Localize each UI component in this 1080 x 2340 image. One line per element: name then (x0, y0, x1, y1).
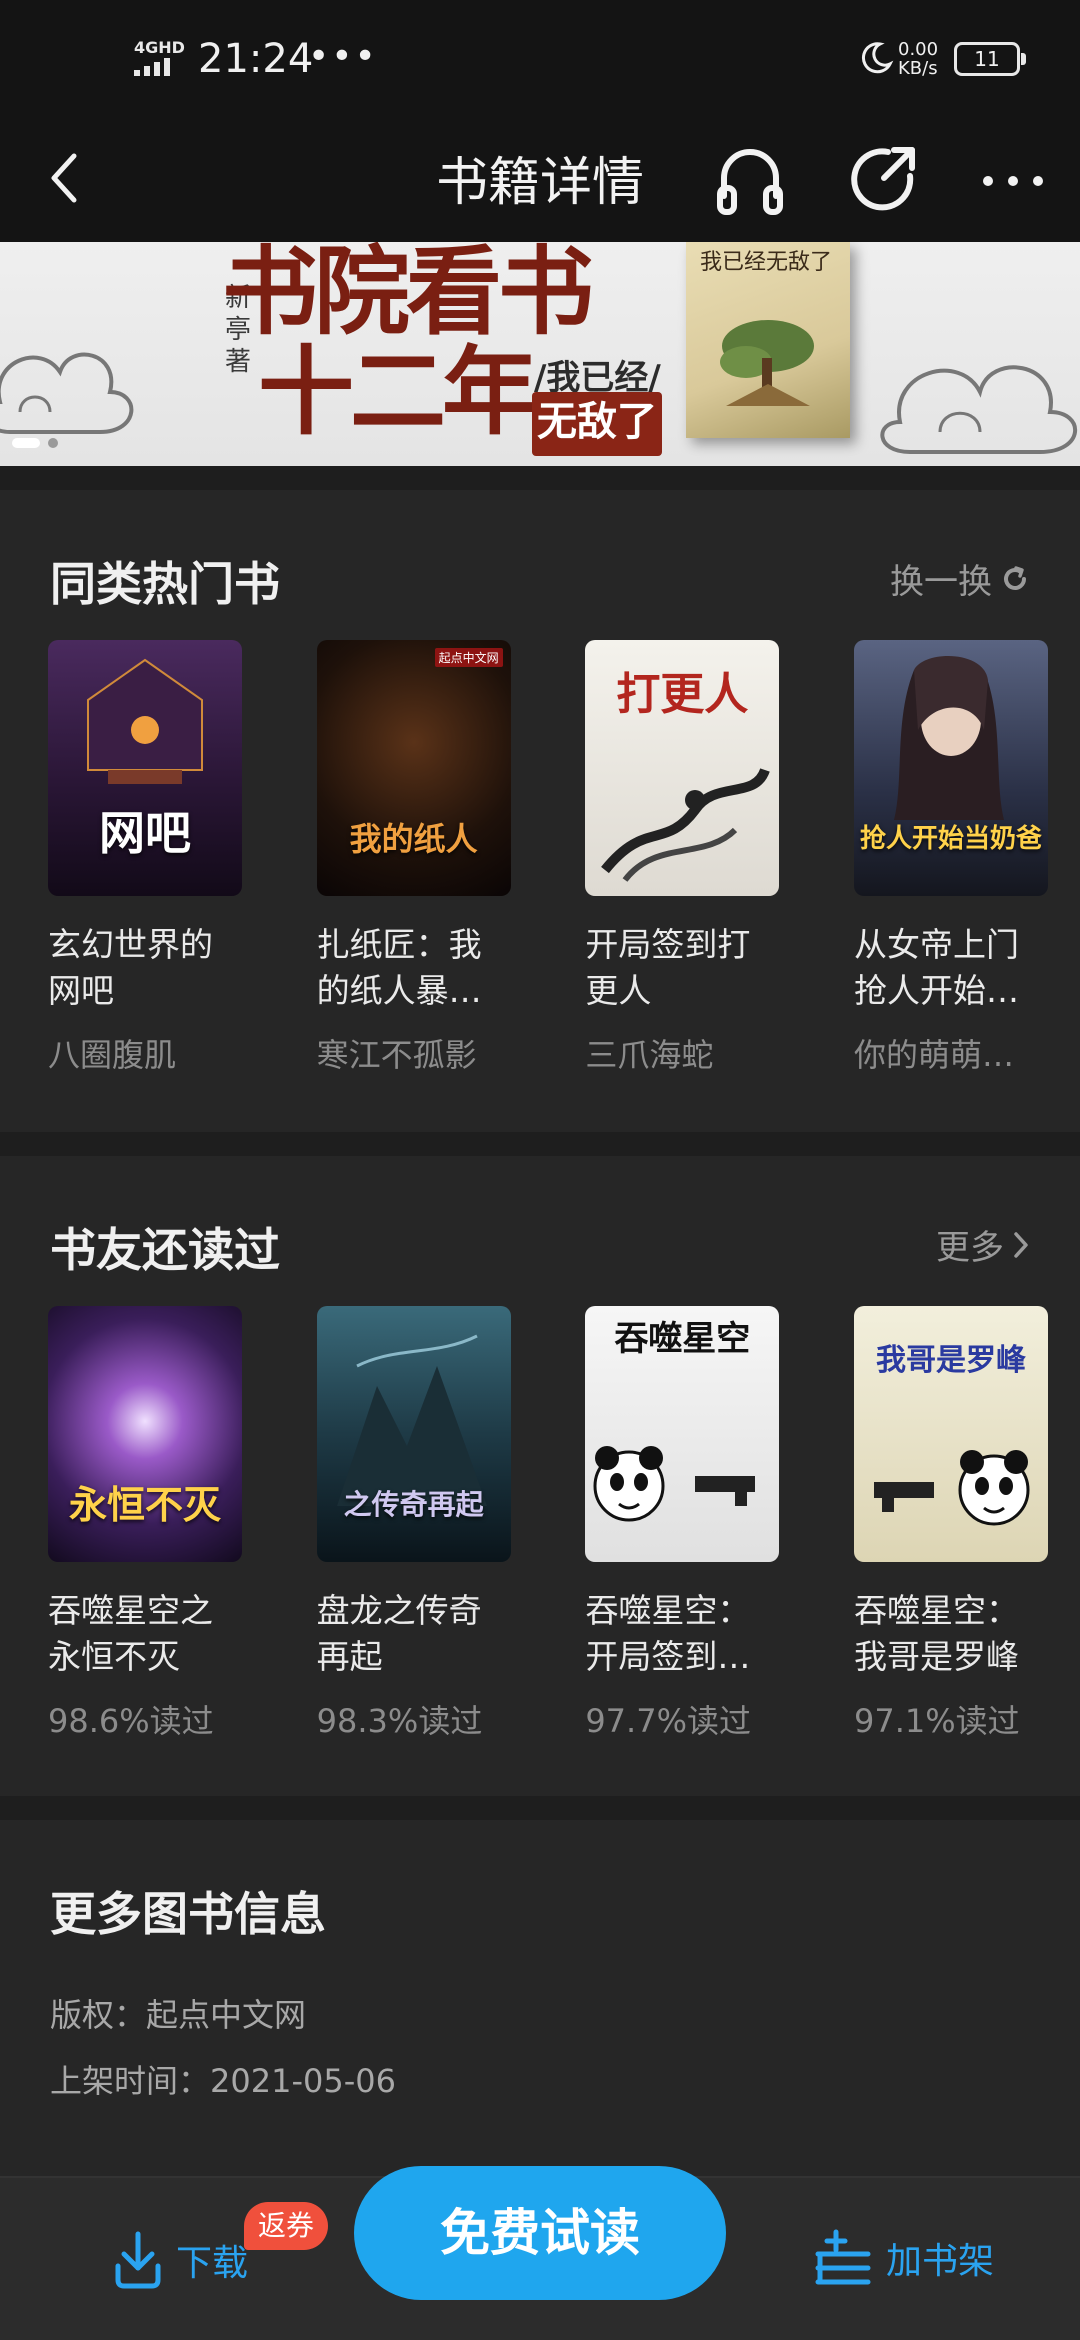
banner-dot-2[interactable] (48, 438, 58, 448)
read-rate: 98.6%读过 (48, 1702, 214, 1740)
book-item[interactable]: 吞噬星空 吞噬星空：开局签到… 97.7%读过 (585, 1306, 780, 1742)
network-indicator: 4GHD (134, 38, 185, 57)
book-cover[interactable]: 永恒不灭 (48, 1306, 242, 1562)
divider (0, 1132, 1080, 1156)
signal-icon (134, 58, 170, 76)
divider (0, 1796, 1080, 1820)
bookshelf-add-icon (815, 2229, 871, 2285)
readers-books-list: 永恒不灭 吞噬星空之永恒不灭 98.6%读过 之传奇再起 盘龙之传奇再起 98.… (48, 1306, 1048, 1742)
section-title: 书友还读过 (50, 1223, 280, 1277)
notification-dots: ••• (308, 36, 378, 77)
download-icon (115, 2231, 161, 2289)
book-title: 吞噬星空：开局签到… (585, 1591, 751, 1676)
book-author: 三爪海蛇 (585, 1036, 714, 1074)
banner-title-line1: 书院看书 (222, 242, 594, 348)
panda-meme-art (873, 1450, 1030, 1526)
book-item[interactable]: 打更人 开局签到打更人 三爪海蛇 (585, 640, 780, 1076)
cover-title: 我的纸人 (349, 820, 478, 858)
more-button[interactable]: 更多 (936, 1220, 1030, 1269)
cover-title: 网吧 (99, 806, 191, 860)
clock: 21:24 (198, 36, 314, 82)
book-title: 吞噬星空：我哥是罗峰 (853, 1591, 1019, 1676)
read-rate: 98.3%读过 (316, 1702, 483, 1740)
publisher-badge: 起点中文网 (434, 648, 503, 667)
coupon-badge: 返券 (244, 2202, 329, 2250)
cover-title: 吞噬星空 (614, 1319, 751, 1359)
book-title: 吞噬星空之永恒不灭 (48, 1591, 213, 1676)
back-icon[interactable] (44, 146, 84, 210)
add-to-shelf-button[interactable]: 加书架 (812, 2228, 994, 2288)
similar-books-section: 同类热门书 换一换 网吧 玄幻世界的网吧 八圈腹肌 起点中文网 我的纸人 扎纸匠… (0, 490, 1080, 1130)
banner-subtitle2: 无敌了 (532, 392, 662, 456)
book-title: 玄幻世界的网吧 (48, 925, 213, 1010)
promo-banner[interactable]: 新亭著 书院看书 十二年 /我已经/ 无敌了 我已经无敌了 (0, 242, 1080, 466)
cloud-decoration-right (880, 365, 1078, 454)
book-title: 盘龙之传奇再起 (316, 1591, 482, 1676)
nav-bar: 书籍详情 (0, 118, 1080, 242)
book-cover[interactable]: 吞噬星空 (585, 1306, 780, 1562)
book-author: 寒江不孤影 (316, 1036, 477, 1074)
book-item[interactable]: 之传奇再起 盘龙之传奇再起 98.3%读过 (316, 1306, 511, 1742)
speed-value: 0.00 (898, 39, 939, 60)
chevron-right-icon (1014, 1231, 1028, 1258)
cloud-decoration-left (0, 352, 134, 434)
refresh-icon (1004, 565, 1026, 590)
book-title: 开局签到打更人 (585, 925, 751, 1010)
speed-unit: KB/s (898, 58, 938, 79)
book-title: 扎纸匠：我的纸人暴… (316, 925, 482, 1010)
moon-icon (861, 42, 894, 74)
book-cover[interactable]: 起点中文网 我的纸人 (316, 640, 511, 896)
book-author: 你的萌萌… (853, 1036, 1014, 1074)
download-label: 下载 (176, 2243, 249, 2284)
book-item[interactable]: 网吧 玄幻世界的网吧 八圈腹肌 (48, 640, 242, 1076)
book-cover[interactable]: 打更人 (585, 640, 780, 896)
more-label: 更多 (936, 1228, 1004, 1268)
cover-title: 之传奇再起 (343, 1488, 484, 1521)
listing-date: 上架时间：2021-05-06 (50, 2062, 396, 2100)
bottom-action-bar: 下载 返券 免费试读 加书架 (0, 2166, 1080, 2340)
book-cover[interactable]: 我哥是罗峰 (853, 1306, 1048, 1562)
read-rate: 97.1%读过 (853, 1702, 1020, 1740)
free-read-button[interactable]: 免费试读 (354, 2166, 726, 2300)
banner-book-cover: 我已经无敌了 (686, 242, 850, 438)
book-item[interactable]: 起点中文网 我的纸人 扎纸匠：我的纸人暴… 寒江不孤影 (316, 640, 511, 1076)
section-title: 更多图书信息 (50, 1887, 326, 1941)
panda-meme-art (593, 1446, 756, 1522)
divider (0, 466, 1080, 490)
section-title: 同类热门书 (50, 557, 280, 611)
more-icon[interactable] (978, 166, 1048, 196)
banner-book-cover-text: 我已经无敌了 (700, 250, 833, 275)
book-author: 八圈腹肌 (48, 1036, 177, 1074)
read-rate: 97.7%读过 (585, 1702, 751, 1740)
book-cover[interactable]: 抢人开始当奶爸 (853, 640, 1048, 896)
book-cover[interactable]: 之传奇再起 (316, 1306, 511, 1562)
status-bar: 4GHD 21:24 ••• 0.00 KB/s 11 (0, 0, 1080, 118)
page-title: 书籍详情 (435, 153, 644, 213)
readers-also-read-section: 书友还读过 更多 永恒不灭 吞噬星空之永恒不灭 98.6%读过 之传奇再起 盘龙… (0, 1156, 1080, 1796)
battery-icon: 11 (954, 42, 1026, 76)
network-speed: 0.00 KB/s (898, 40, 938, 78)
cover-title: 永恒不灭 (68, 1482, 221, 1527)
book-cover[interactable]: 网吧 (48, 640, 242, 896)
headphones-icon[interactable] (714, 140, 786, 220)
refresh-label: 换一换 (890, 562, 992, 602)
copyright-info: 版权：起点中文网 (50, 1996, 307, 2034)
banner-dot-1[interactable] (12, 438, 40, 448)
cover-title: 抢人开始当奶爸 (859, 824, 1042, 854)
share-icon[interactable] (848, 140, 918, 220)
cover-title: 打更人 (616, 669, 749, 720)
download-button[interactable]: 下载 (112, 2230, 248, 2290)
book-item[interactable]: 我哥是罗峰 吞噬星空：我哥是罗峰 97.1%读过 (853, 1306, 1048, 1742)
add-shelf-label: 加书架 (886, 2241, 995, 2282)
banner-pagination (12, 438, 58, 448)
more-info-section: 更多图书信息 版权：起点中文网 上架时间：2021-05-06 (0, 1820, 1080, 2176)
cover-title: 我哥是罗峰 (875, 1343, 1026, 1378)
book-title: 从女帝上门抢人开始… (853, 925, 1019, 1010)
refresh-button[interactable]: 换一换 (890, 554, 1030, 603)
banner-title-line2: 十二年 (258, 335, 538, 448)
similar-books-list: 网吧 玄幻世界的网吧 八圈腹肌 起点中文网 我的纸人 扎纸匠：我的纸人暴… 寒江… (48, 640, 1048, 1076)
book-item[interactable]: 抢人开始当奶爸 从女帝上门抢人开始… 你的萌萌… (853, 640, 1048, 1076)
tree-illustration (720, 320, 814, 406)
book-item[interactable]: 永恒不灭 吞噬星空之永恒不灭 98.6%读过 (48, 1306, 242, 1742)
